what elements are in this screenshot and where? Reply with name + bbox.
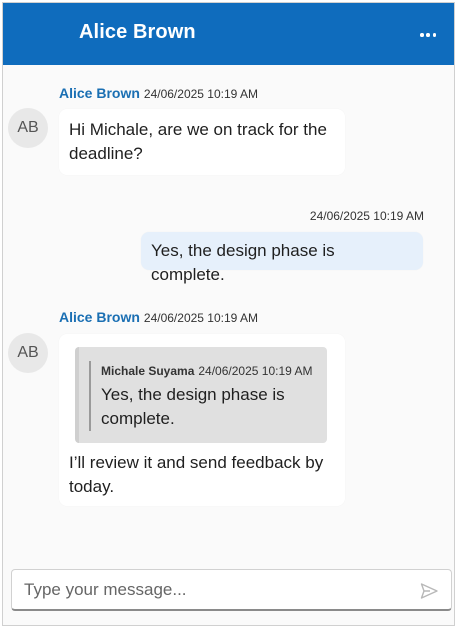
dot bbox=[426, 33, 430, 37]
message-meta: Alice Brown 24/06/2025 10:19 AM bbox=[59, 85, 258, 101]
message-sender: Alice Brown bbox=[59, 85, 140, 101]
dot bbox=[420, 33, 424, 37]
quoted-time: 24/06/2025 10:19 AM bbox=[198, 364, 313, 378]
avatar: AB bbox=[8, 333, 48, 373]
message-meta: 24/06/2025 10:19 AM bbox=[310, 209, 424, 223]
chat-header: Alice Brown bbox=[3, 3, 454, 65]
message-sender: Alice Brown bbox=[59, 309, 140, 325]
message-text: Hi Michale, are we on track for the dead… bbox=[69, 120, 327, 163]
message-meta: Alice Brown 24/06/2025 10:19 AM bbox=[59, 309, 258, 325]
message-bubble[interactable]: Hi Michale, are we on track for the dead… bbox=[59, 109, 345, 175]
quoted-sender: Michale Suyama bbox=[101, 364, 195, 378]
quoted-text: Yes, the design phase is complete. bbox=[101, 385, 285, 428]
quoted-message[interactable]: Michale Suyama 24/06/2025 10:19 AM Yes, t… bbox=[75, 347, 327, 443]
message-bubble[interactable]: Michale Suyama 24/06/2025 10:19 AM Yes, t… bbox=[59, 334, 345, 506]
more-options-icon[interactable] bbox=[420, 32, 436, 38]
message-composer bbox=[11, 569, 452, 611]
avatar: AB bbox=[8, 108, 48, 148]
send-icon[interactable] bbox=[419, 581, 439, 601]
header-title: Alice Brown bbox=[79, 21, 196, 43]
quote-bar bbox=[89, 361, 91, 431]
message-input[interactable] bbox=[24, 579, 404, 601]
dot bbox=[432, 33, 436, 37]
quoted-meta: Michale Suyama 24/06/2025 10:19 AM bbox=[101, 359, 312, 383]
chat-window: Alice Brown AB Alice Brown 24/06/2025 10:… bbox=[2, 2, 455, 626]
message-time: 24/06/2025 10:19 AM bbox=[309, 209, 424, 223]
message-text: I’ll review it and send feedback by toda… bbox=[69, 453, 324, 496]
message-bubble-sent[interactable]: Yes, the design phase is complete. bbox=[141, 232, 423, 284]
message-time: 24/06/2025 10:19 AM bbox=[143, 311, 258, 325]
message-text: Yes, the design phase is complete. bbox=[151, 241, 335, 284]
message-time: 24/06/2025 10:19 AM bbox=[143, 87, 258, 101]
